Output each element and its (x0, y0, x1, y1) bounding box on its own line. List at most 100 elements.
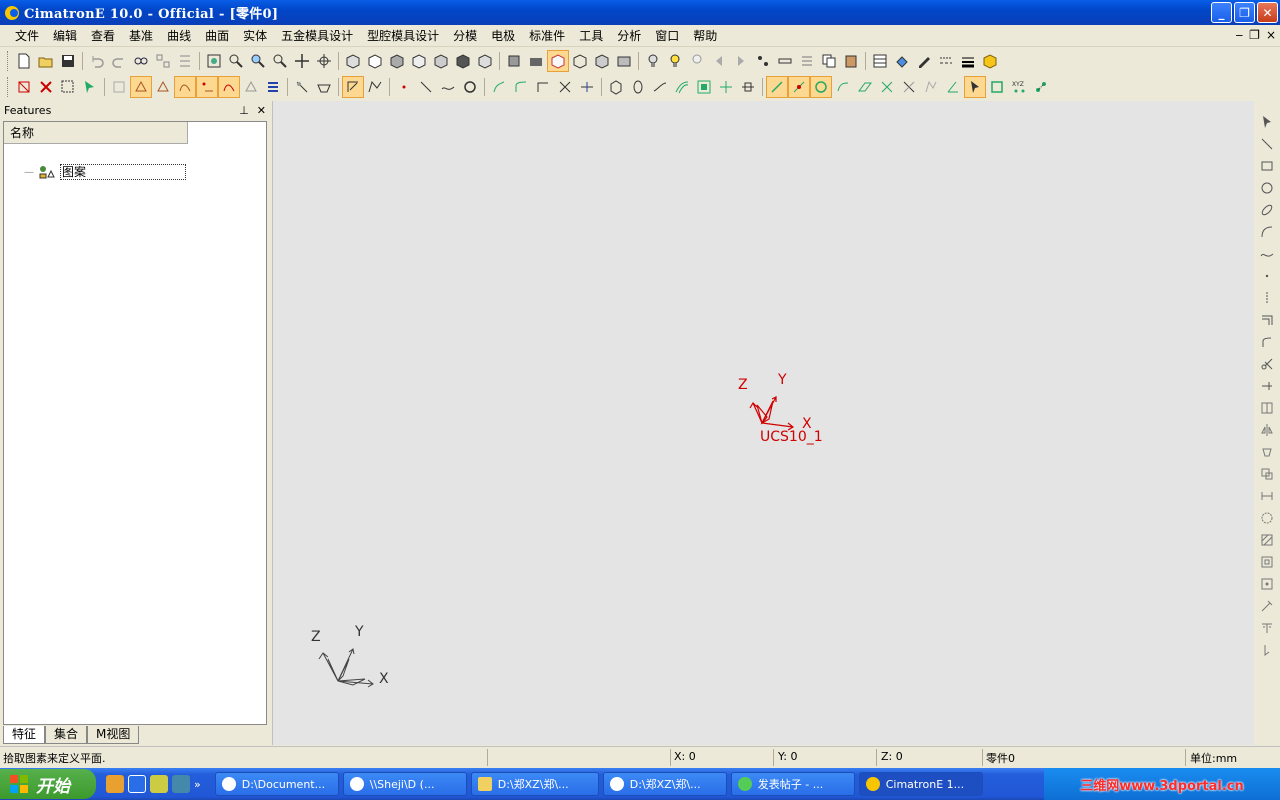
boundary-icon[interactable] (693, 76, 715, 98)
exit-sketch-icon[interactable] (1256, 639, 1278, 661)
fillet-curve-icon[interactable] (510, 76, 532, 98)
quicklaunch-desktop-icon[interactable] (172, 775, 190, 793)
menu-datum[interactable]: 基准 (122, 26, 160, 46)
redo-icon[interactable] (108, 50, 130, 72)
quicklaunch-app-icon[interactable] (106, 775, 124, 793)
task-browser[interactable]: 发表帖子 - ... (730, 772, 855, 796)
constraint-icon[interactable] (1256, 507, 1278, 529)
sketch-icon[interactable] (342, 76, 364, 98)
menu-solid[interactable]: 实体 (236, 26, 274, 46)
view-front-icon[interactable] (364, 50, 386, 72)
fillet-icon[interactable] (1256, 331, 1278, 353)
task-cimatron[interactable]: CimatronE 1... (858, 772, 983, 796)
select-cursor-icon[interactable] (1256, 111, 1278, 133)
column-header-name[interactable]: 名称 (4, 122, 188, 144)
draw-line-icon[interactable] (1256, 133, 1278, 155)
ucs-marker[interactable] (749, 396, 795, 431)
undo-icon[interactable] (86, 50, 108, 72)
mdi-minimize-icon[interactable]: ‒ (1236, 28, 1244, 42)
snap-endpoint-icon[interactable] (788, 76, 810, 98)
filter-body-icon[interactable] (108, 76, 130, 98)
snap-near-icon[interactable] (898, 76, 920, 98)
pick-mode-icon[interactable] (291, 76, 313, 98)
filter-other-icon[interactable] (240, 76, 262, 98)
snap-angle-icon[interactable] (942, 76, 964, 98)
wireframe-icon[interactable] (569, 50, 591, 72)
shaded-icon[interactable] (547, 50, 569, 72)
previous-view-icon[interactable] (708, 50, 730, 72)
spline-icon[interactable] (437, 76, 459, 98)
zoom-dynamic-icon[interactable] (247, 50, 269, 72)
draw-spline-icon[interactable] (1256, 243, 1278, 265)
select-arrow-icon[interactable] (79, 76, 101, 98)
menu-analysis[interactable]: 分析 (610, 26, 648, 46)
project-icon[interactable] (715, 76, 737, 98)
profile-icon[interactable] (364, 76, 386, 98)
snap-line-icon[interactable] (766, 76, 788, 98)
quicklaunch-tool-icon[interactable] (150, 775, 168, 793)
next-view-icon[interactable] (730, 50, 752, 72)
task-folder-1[interactable]: D:\郑XZ\郑\... (470, 772, 599, 796)
trim-icon[interactable] (554, 76, 576, 98)
task-folder-2[interactable]: D:\郑XZ\郑\... (602, 772, 727, 796)
extrude-icon[interactable] (605, 76, 627, 98)
tab-mviews[interactable]: M视图 (87, 726, 140, 744)
menu-window[interactable]: 窗口 (648, 26, 686, 46)
assembly-icon[interactable] (152, 50, 174, 72)
copy-icon[interactable] (818, 50, 840, 72)
view-left-icon[interactable] (408, 50, 430, 72)
snap-normal-icon[interactable] (920, 76, 942, 98)
extend-icon[interactable] (1256, 375, 1278, 397)
maximize-button[interactable]: ❐ (1234, 2, 1255, 23)
delete-icon[interactable] (35, 76, 57, 98)
tab-features[interactable]: 特征 (3, 726, 46, 744)
feature-tree[interactable]: 名称 — 图案 (3, 121, 267, 725)
toolbar-grip[interactable] (7, 77, 10, 97)
filter-point-icon[interactable] (196, 76, 218, 98)
region-icon[interactable] (1256, 551, 1278, 573)
toolbar-grip[interactable] (7, 51, 10, 71)
camera-icon[interactable] (525, 50, 547, 72)
move-icon[interactable] (1256, 441, 1278, 463)
snap-intersect-icon[interactable] (876, 76, 898, 98)
draw-ellipse-icon[interactable] (1256, 199, 1278, 221)
draw-rectangle-icon[interactable] (1256, 155, 1278, 177)
find-icon[interactable] (130, 50, 152, 72)
display-mode-icon[interactable] (591, 50, 613, 72)
menu-help[interactable]: 帮助 (686, 26, 724, 46)
task-documents[interactable]: D:\Document... (214, 772, 339, 796)
menu-parting[interactable]: 分模 (446, 26, 484, 46)
zoom-fit-icon[interactable] (203, 50, 225, 72)
pan-icon[interactable] (291, 50, 313, 72)
snap-center-icon[interactable] (810, 76, 832, 98)
text-icon[interactable] (1256, 617, 1278, 639)
pin-icon[interactable]: ⊥ (239, 104, 249, 117)
menu-mold-design[interactable]: 型腔模具设计 (360, 26, 446, 46)
loft-icon[interactable] (671, 76, 693, 98)
trim-scissors-icon[interactable] (1256, 353, 1278, 375)
tree-item-pattern[interactable]: — 图案 (24, 164, 186, 180)
hatch-icon[interactable] (1256, 529, 1278, 551)
snap-cursor-icon[interactable] (964, 76, 986, 98)
line-style-icon[interactable] (935, 50, 957, 72)
save-icon[interactable] (57, 50, 79, 72)
light-off-icon[interactable] (642, 50, 664, 72)
quicklaunch-more-icon[interactable]: » (194, 778, 201, 791)
section-icon[interactable] (613, 50, 635, 72)
new-file-icon[interactable] (13, 50, 35, 72)
start-button[interactable]: 开始 (0, 769, 96, 799)
view-top-icon[interactable] (452, 50, 474, 72)
tab-sets[interactable]: 集合 (45, 726, 88, 744)
task-sheji[interactable]: \\Sheji\D (... (342, 772, 467, 796)
color-fill-icon[interactable] (891, 50, 913, 72)
filter-curve-icon[interactable] (218, 76, 240, 98)
mdi-restore-icon[interactable]: ❐ (1249, 28, 1260, 42)
view-back-icon[interactable] (386, 50, 408, 72)
circle-icon[interactable] (459, 76, 481, 98)
point-icon[interactable] (393, 76, 415, 98)
zoom-window-icon[interactable] (225, 50, 247, 72)
draw-circle-icon[interactable] (1256, 177, 1278, 199)
offset-curve-icon[interactable] (488, 76, 510, 98)
quicklaunch-browser-icon[interactable] (128, 775, 146, 793)
pen-icon[interactable] (913, 50, 935, 72)
